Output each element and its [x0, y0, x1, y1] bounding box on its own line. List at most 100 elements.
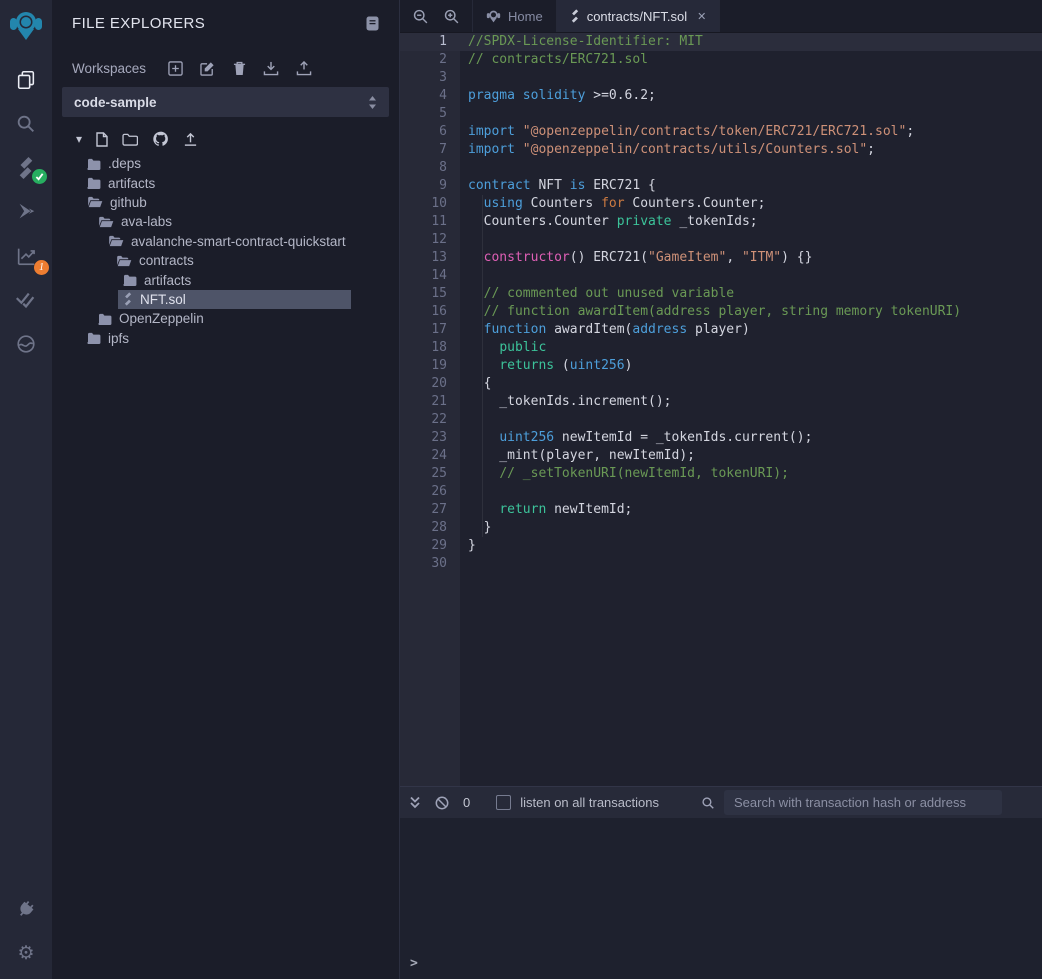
tree-item-artifacts[interactable]: artifacts [52, 173, 399, 192]
code-line[interactable]: 28 } [400, 519, 1042, 537]
line-number[interactable]: 20 [400, 375, 460, 393]
docs-book-icon[interactable] [366, 16, 379, 31]
tree-item-contracts[interactable]: contracts [52, 251, 399, 270]
zoom-out-icon[interactable] [412, 8, 429, 25]
code-line[interactable]: 13 constructor() ERC721("GameItem", "ITM… [400, 249, 1042, 267]
new-folder-icon[interactable] [122, 133, 138, 146]
code-line[interactable]: 11 Counters.Counter private _tokenIds; [400, 213, 1042, 231]
rename-workspace-icon[interactable] [200, 61, 216, 76]
line-number[interactable]: 28 [400, 519, 460, 537]
code-line[interactable]: 12 [400, 231, 1042, 249]
code-line[interactable]: 17 function awardItem(address player) [400, 321, 1042, 339]
terminal-console[interactable]: > [400, 818, 1042, 979]
tree-item-ava-labs[interactable]: ava-labs [52, 212, 399, 231]
file-explorer-icon[interactable] [11, 66, 41, 94]
publish-upload-icon[interactable] [183, 132, 198, 147]
code-line[interactable]: 1//SPDX-License-Identifier: MIT [400, 33, 1042, 51]
line-number[interactable]: 19 [400, 357, 460, 375]
tab-nft-sol[interactable]: contracts/NFT.sol ✕ [557, 0, 721, 32]
line-number[interactable]: 29 [400, 537, 460, 555]
code-line[interactable]: 6import "@openzeppelin/contracts/token/E… [400, 123, 1042, 141]
line-number[interactable]: 4 [400, 87, 460, 105]
code-line[interactable]: 24 _mint(player, newItemId); [400, 447, 1042, 465]
line-number[interactable]: 9 [400, 177, 460, 195]
settings-gear-icon[interactable]: ⚙ [11, 939, 41, 967]
line-number[interactable]: 6 [400, 123, 460, 141]
line-number[interactable]: 27 [400, 501, 460, 519]
line-number[interactable]: 7 [400, 141, 460, 159]
search-icon[interactable] [11, 110, 41, 138]
line-number[interactable]: 26 [400, 483, 460, 501]
line-number[interactable]: 17 [400, 321, 460, 339]
github-clone-icon[interactable] [152, 131, 169, 147]
code-line[interactable]: 8 [400, 159, 1042, 177]
tab-home[interactable]: Home [472, 0, 557, 32]
code-line[interactable]: 14 [400, 267, 1042, 285]
line-number[interactable]: 12 [400, 231, 460, 249]
tree-item-github[interactable]: github [52, 193, 399, 212]
download-workspace-icon[interactable] [263, 61, 279, 76]
code-line[interactable]: 29} [400, 537, 1042, 555]
create-workspace-icon[interactable] [168, 61, 183, 76]
line-number[interactable]: 1 [400, 33, 460, 51]
solidity-compiler-icon[interactable] [11, 154, 41, 182]
line-number[interactable]: 25 [400, 465, 460, 483]
analytics-icon[interactable]: 1 [11, 242, 41, 270]
code-line[interactable]: 2// contracts/ERC721.sol [400, 51, 1042, 69]
code-line[interactable]: 4pragma solidity >=0.6.2; [400, 87, 1042, 105]
line-number[interactable]: 14 [400, 267, 460, 285]
code-line[interactable]: 7import "@openzeppelin/contracts/utils/C… [400, 141, 1042, 159]
line-number[interactable]: 30 [400, 555, 460, 573]
zoom-in-icon[interactable] [443, 8, 460, 25]
line-number[interactable]: 10 [400, 195, 460, 213]
line-number[interactable]: 16 [400, 303, 460, 321]
plugin-manager-icon[interactable] [11, 895, 41, 923]
code-line[interactable]: 27 return newItemId; [400, 501, 1042, 519]
line-number[interactable]: 11 [400, 213, 460, 231]
code-line[interactable]: 30 [400, 555, 1042, 573]
transaction-search-input[interactable] [724, 790, 1002, 815]
tree-item-artifacts[interactable]: artifacts [52, 270, 399, 289]
code-editor[interactable]: 1//SPDX-License-Identifier: MIT2// contr… [400, 33, 1042, 786]
line-number[interactable]: 13 [400, 249, 460, 267]
code-line[interactable]: 22 [400, 411, 1042, 429]
code-line[interactable]: 20 { [400, 375, 1042, 393]
tree-item-avalanche-smart-contract-quickstart[interactable]: avalanche-smart-contract-quickstart [52, 232, 399, 251]
code-line[interactable]: 3 [400, 69, 1042, 87]
line-number[interactable]: 22 [400, 411, 460, 429]
line-number[interactable]: 2 [400, 51, 460, 69]
new-file-icon[interactable] [96, 132, 108, 147]
workspace-select[interactable]: code-sample [62, 87, 389, 117]
code-line[interactable]: 25 // _setTokenURI(newItemId, tokenURI); [400, 465, 1042, 483]
collapse-caret-icon[interactable]: ▾ [76, 132, 82, 146]
code-line[interactable]: 5 [400, 105, 1042, 123]
unit-testing-icon[interactable] [11, 286, 41, 314]
tree-item-nft-sol[interactable]: NFT.sol [52, 290, 399, 309]
code-line[interactable]: 19 returns (uint256) [400, 357, 1042, 375]
terminal-collapse-icon[interactable] [409, 796, 421, 809]
code-line[interactable]: 15 // commented out unused variable [400, 285, 1042, 303]
deploy-and-run-icon[interactable] [11, 198, 41, 226]
plugin-icon[interactable] [11, 330, 41, 358]
tree-item--deps[interactable]: .deps [52, 154, 399, 173]
listen-transactions-checkbox[interactable] [496, 795, 511, 810]
line-number[interactable]: 8 [400, 159, 460, 177]
code-line[interactable]: 10 using Counters for Counters.Counter; [400, 195, 1042, 213]
line-number[interactable]: 21 [400, 393, 460, 411]
tree-item-openzeppelin[interactable]: OpenZeppelin [52, 309, 399, 328]
code-line[interactable]: 16 // function awardItem(address player,… [400, 303, 1042, 321]
code-line[interactable]: 18 public [400, 339, 1042, 357]
tab-close-icon[interactable]: ✕ [697, 10, 706, 23]
code-line[interactable]: 26 [400, 483, 1042, 501]
delete-workspace-icon[interactable] [233, 61, 246, 76]
terminal-clear-icon[interactable] [435, 796, 449, 810]
line-number[interactable]: 15 [400, 285, 460, 303]
upload-workspace-icon[interactable] [296, 61, 312, 76]
code-line[interactable]: 23 uint256 newItemId = _tokenIds.current… [400, 429, 1042, 447]
line-number[interactable]: 23 [400, 429, 460, 447]
line-number[interactable]: 18 [400, 339, 460, 357]
line-number[interactable]: 5 [400, 105, 460, 123]
line-number[interactable]: 3 [400, 69, 460, 87]
line-number[interactable]: 24 [400, 447, 460, 465]
tree-item-ipfs[interactable]: ipfs [52, 329, 399, 348]
